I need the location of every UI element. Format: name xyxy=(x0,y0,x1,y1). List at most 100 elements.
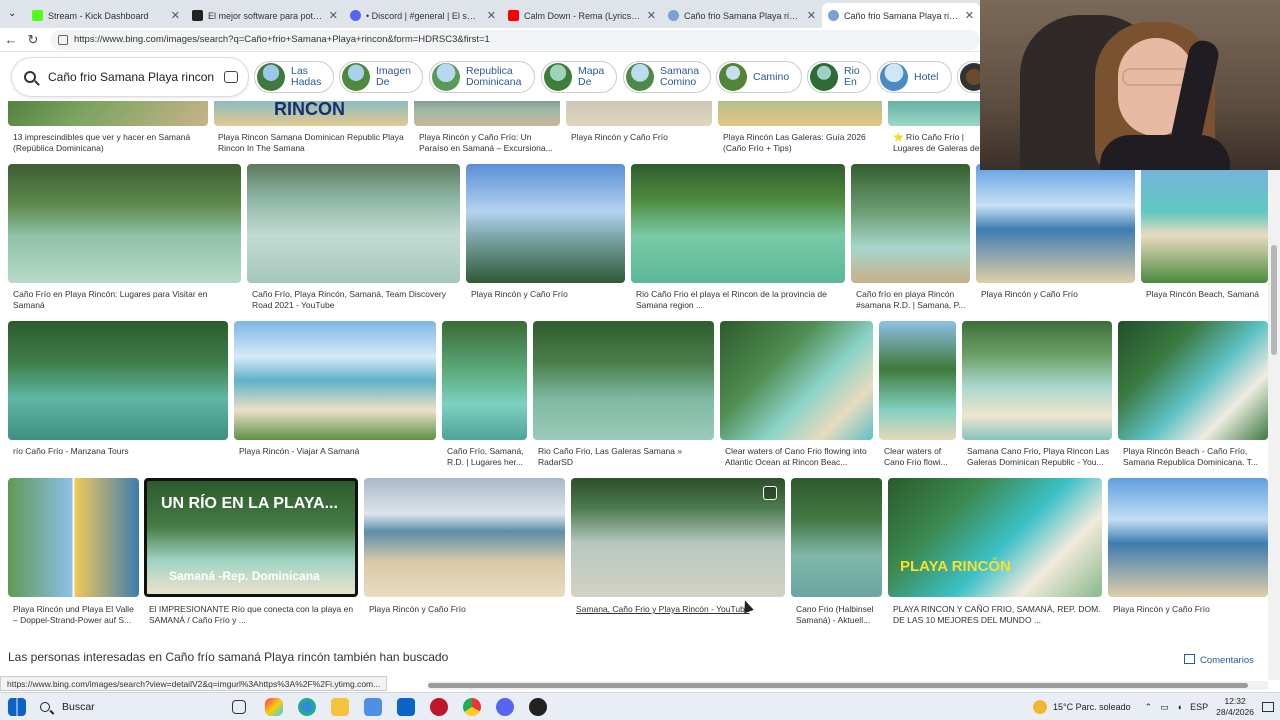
result-caption[interactable]: Playa Rincón y Caño Frío xyxy=(471,289,625,300)
chip-samana-comino[interactable]: Samana Comino xyxy=(623,61,711,93)
result-image[interactable] xyxy=(718,101,882,126)
result-image[interactable] xyxy=(364,478,565,597)
result-caption[interactable]: Playa Rincon Samana Dominican Republic P… xyxy=(218,132,408,154)
vertical-scrollbar[interactable] xyxy=(1268,170,1280,680)
notification-icon[interactable] xyxy=(1262,702,1274,712)
result-image[interactable] xyxy=(533,321,714,440)
chip-mapa-de[interactable]: Mapa De xyxy=(541,61,617,93)
back-icon[interactable]: ← xyxy=(0,32,22,47)
result-caption[interactable]: Rio Caño Frio el playa el Rincon de la p… xyxy=(636,289,845,311)
result-image[interactable] xyxy=(631,164,845,283)
chip-rio-en[interactable]: Rio En xyxy=(807,61,871,93)
result-caption[interactable]: río Caño Frío - Manzana Tours xyxy=(13,446,228,457)
close-icon[interactable]: ✕ xyxy=(171,9,180,22)
horizontal-scrollbar[interactable] xyxy=(428,681,1268,690)
result-caption[interactable]: Playa Rincón y Caño Frío: Un Paraíso en … xyxy=(419,132,560,154)
result-caption[interactable]: Playa Rincón Beach - Caño Frío, Samana R… xyxy=(1123,446,1268,468)
result-caption[interactable]: Playa Rincón y Caño Frío xyxy=(981,289,1135,300)
result-image[interactable] xyxy=(8,101,208,126)
visual-search-icon[interactable] xyxy=(224,71,238,83)
result-caption[interactable]: Caño Frío, Playa Rincón, Samaná, Team Di… xyxy=(252,289,460,311)
result-caption[interactable]: Playa Rincón Beach, Samaná xyxy=(1146,289,1268,300)
url-field[interactable]: https://www.bing.com/images/search?q=Cañ… xyxy=(50,29,980,50)
site-info-icon[interactable] xyxy=(58,34,68,45)
result-image[interactable] xyxy=(888,101,988,126)
copilot-icon[interactable] xyxy=(265,698,283,716)
chip-hotel[interactable]: Hotel xyxy=(877,61,952,93)
tab-bing-1[interactable]: Caño frio Samana Playa rincon - B✕ xyxy=(662,3,822,28)
windows-start-icon[interactable] xyxy=(8,698,26,716)
result-image[interactable] xyxy=(566,101,712,126)
result-image[interactable] xyxy=(8,478,139,597)
weather-text[interactable]: 15°C Parc. soleado xyxy=(1053,702,1131,712)
result-caption[interactable]: Caño frío en playa Rincón #samana R.D. |… xyxy=(856,289,970,311)
app-icon[interactable] xyxy=(430,698,448,716)
file-explorer-icon[interactable] xyxy=(331,698,349,716)
result-image[interactable] xyxy=(571,478,785,597)
result-image[interactable] xyxy=(466,164,625,283)
tab-bing-active[interactable]: Caño frio Samana Playa rincon - B✕ xyxy=(822,3,980,28)
result-image[interactable] xyxy=(962,321,1112,440)
result-image[interactable] xyxy=(791,478,882,597)
result-image[interactable] xyxy=(1141,164,1268,283)
result-image[interactable] xyxy=(720,321,873,440)
chip-republica-dominicana[interactable]: Republica Dominicana xyxy=(429,61,535,93)
result-image[interactable] xyxy=(414,101,560,126)
tab-actions-icon[interactable]: ⌄ xyxy=(8,8,16,19)
result-image[interactable] xyxy=(8,164,241,283)
result-image[interactable] xyxy=(1108,478,1268,597)
scroll-thumb[interactable] xyxy=(428,683,1248,688)
chevron-up-icon[interactable]: ⌃ xyxy=(1145,702,1153,713)
result-image[interactable] xyxy=(234,321,436,440)
close-icon[interactable]: ✕ xyxy=(647,9,656,22)
result-caption[interactable]: Playa Rincón y Caño Frío xyxy=(369,604,565,615)
tab-kick[interactable]: Stream - Kick Dashboard ✕ xyxy=(26,3,186,28)
clock[interactable]: 12:32 28/4/2026 xyxy=(1216,696,1254,718)
close-icon[interactable]: ✕ xyxy=(965,9,974,22)
store-icon[interactable] xyxy=(364,698,382,716)
result-image[interactable] xyxy=(851,164,970,283)
reload-icon[interactable]: ↻ xyxy=(22,32,44,48)
search-input[interactable]: Caño frio Samana Playa rincon xyxy=(12,58,248,96)
result-caption[interactable]: ⭐ Río Caño Frío | Lugares de Galeras de … xyxy=(893,132,988,154)
result-caption[interactable]: Playa Rincón und Playa El Valle – Doppel… xyxy=(13,604,139,626)
result-caption[interactable]: Cano Frio (Halbinsel Samaná) - Aktuell..… xyxy=(796,604,882,626)
result-caption[interactable]: Clear waters of Cano Frio flowing into A… xyxy=(725,446,873,468)
chrome-icon[interactable] xyxy=(463,698,481,716)
result-caption[interactable]: Clear waters of Cano Frio flowi... xyxy=(884,446,956,468)
result-caption[interactable]: El IMPRESIONANTE Río que conecta con la … xyxy=(149,604,358,626)
close-icon[interactable]: ✕ xyxy=(329,9,338,22)
network-icon[interactable]: ▭ xyxy=(1160,702,1169,713)
result-caption[interactable]: Playa Rincón y Caño Frío xyxy=(1113,604,1268,615)
weather-icon[interactable] xyxy=(1033,700,1047,714)
edge-icon[interactable] xyxy=(298,698,316,716)
result-caption[interactable]: Caño Frío en Playa Rincón: Lugares para … xyxy=(13,289,241,311)
result-caption[interactable]: Rio Caño Frio, Las Galeras Samana » Rada… xyxy=(538,446,714,468)
outlook-icon[interactable] xyxy=(397,698,415,716)
taskbar-search[interactable]: Buscar xyxy=(32,696,227,718)
result-caption[interactable]: Playa Rincón Las Galeras: Guía 2026 (Cañ… xyxy=(723,132,882,154)
task-view-icon[interactable] xyxy=(232,700,246,714)
result-image[interactable]: RINCON xyxy=(214,101,408,126)
result-image[interactable]: PLAYA RINCÓN xyxy=(888,478,1102,597)
result-image[interactable] xyxy=(247,164,460,283)
result-image[interactable] xyxy=(879,321,956,440)
result-caption[interactable]: Samana Cano Frio, Playa Rincon Las Galer… xyxy=(967,446,1112,468)
result-caption[interactable]: 13 imprescindibles que ver y hacer en Sa… xyxy=(13,132,208,154)
search-icon[interactable] xyxy=(24,71,36,83)
result-image[interactable]: UN RÍO EN LA PLAYA... Samaná -Rep. Domin… xyxy=(144,478,358,597)
result-caption[interactable]: Playa Rincón y Caño Frío xyxy=(571,132,712,143)
comments-link[interactable]: Comentarios xyxy=(1184,654,1254,666)
chip-camino[interactable]: Camino xyxy=(716,61,802,93)
tab-software[interactable]: El mejor software para potenc ✕ xyxy=(186,3,344,28)
result-image[interactable] xyxy=(442,321,527,440)
result-caption[interactable]: PLAYA RINCON Y CAÑO FRIO, SAMANÁ, REP. D… xyxy=(893,604,1102,626)
visual-search-icon[interactable] xyxy=(763,486,777,500)
obs-icon[interactable] xyxy=(529,698,547,716)
tab-discord[interactable]: • Discord | #general | El servidor de✕ xyxy=(344,3,502,28)
result-image[interactable] xyxy=(976,164,1135,283)
close-icon[interactable]: ✕ xyxy=(807,9,816,22)
scroll-thumb[interactable] xyxy=(1271,245,1277,355)
chip-las-hadas[interactable]: Las Hadas xyxy=(254,61,334,93)
language-indicator[interactable]: ESP xyxy=(1190,702,1208,712)
